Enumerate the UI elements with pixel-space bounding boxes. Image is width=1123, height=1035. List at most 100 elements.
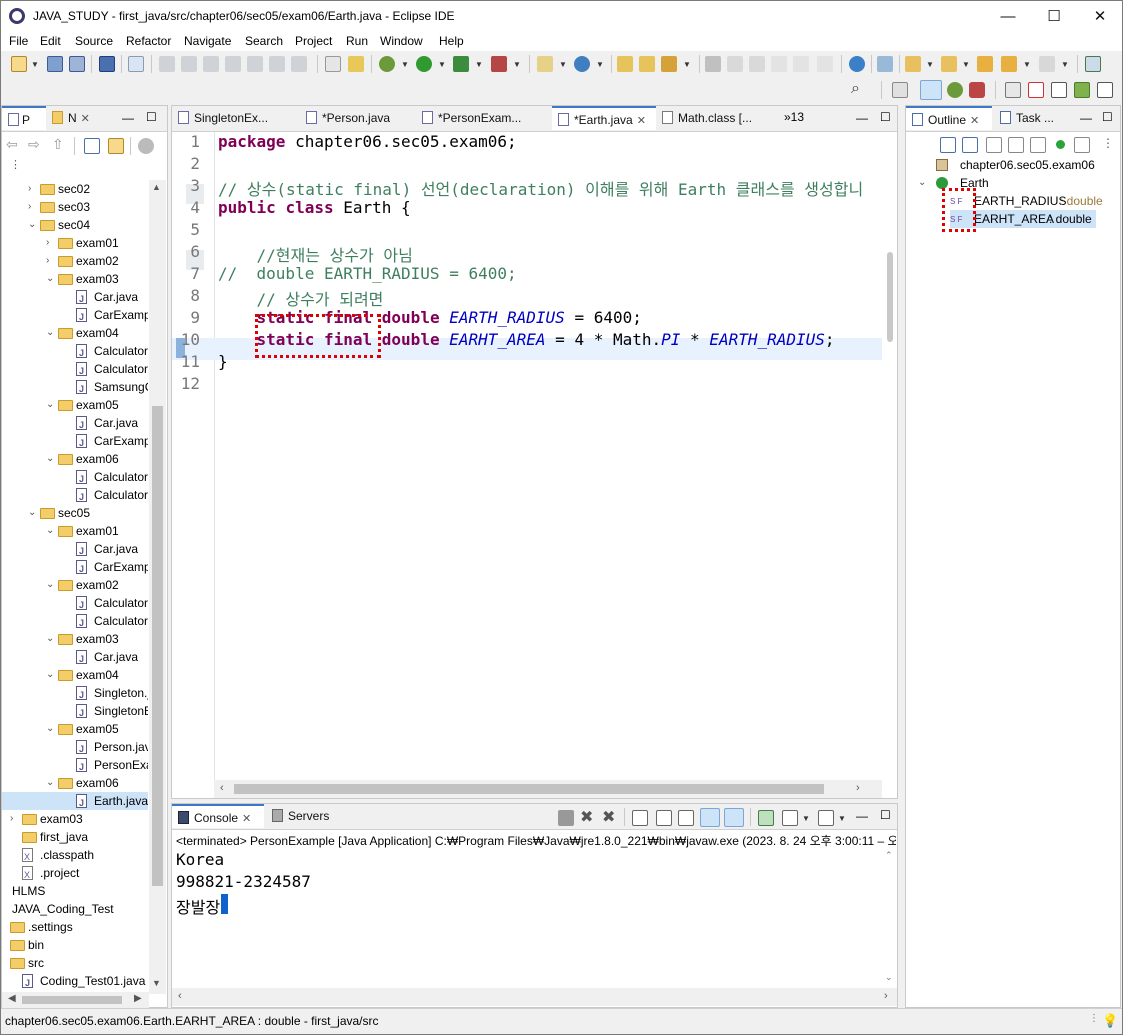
- tree-folder[interactable]: ⌄ exam02: [2, 576, 148, 594]
- open-task-icon[interactable]: [639, 56, 655, 72]
- menu-window[interactable]: Window: [380, 34, 423, 48]
- git-perspective-icon[interactable]: [969, 82, 985, 98]
- coverage-icon[interactable]: [453, 56, 469, 72]
- chevron-right-icon[interactable]: ›: [46, 252, 56, 270]
- up-icon[interactable]: ⇧: [52, 136, 64, 153]
- tree-folder[interactable]: ⌄ exam03: [2, 270, 148, 288]
- tree-file[interactable]: Car.java: [2, 648, 148, 668]
- tree-folder[interactable]: › exam02: [2, 252, 148, 270]
- chevron-down-icon[interactable]: ▼: [1023, 60, 1031, 69]
- maximize-view-icon[interactable]: ☐: [146, 110, 157, 124]
- next-annotation-icon[interactable]: [905, 56, 921, 72]
- tree-file[interactable]: .project: [2, 864, 148, 884]
- chevron-down-icon[interactable]: ⌄: [46, 450, 56, 468]
- tree-file[interactable]: CarExamp: [2, 432, 148, 452]
- remove-all-icon[interactable]: ✖: [602, 807, 615, 827]
- save-all-icon[interactable]: [69, 56, 85, 72]
- debug-perspective-icon[interactable]: [947, 82, 963, 98]
- tree-folder[interactable]: › exam03: [2, 810, 148, 828]
- close-icon[interactable]: ✕: [637, 115, 646, 127]
- tree-folder[interactable]: ⌄ sec04: [2, 216, 148, 234]
- editor-hscrollbar[interactable]: ‹ ›: [214, 780, 882, 798]
- layout-icon[interactable]: [1005, 82, 1021, 98]
- scroll-left-icon[interactable]: ‹: [178, 990, 182, 1002]
- tab-math-class[interactable]: Math.class [...: [656, 106, 762, 130]
- tree-folder[interactable]: ⌄ exam05: [2, 396, 148, 414]
- close-icon[interactable]: ✕: [242, 813, 251, 825]
- report-icon[interactable]: [1028, 82, 1044, 98]
- prev-annotation-icon[interactable]: [941, 56, 957, 72]
- console-output[interactable]: Korea 998821-2324587 장발장: [172, 848, 882, 988]
- tree-folder[interactable]: ⌄ sec05: [2, 504, 148, 522]
- tree-file[interactable]: SamsungC: [2, 378, 148, 398]
- open-console-icon[interactable]: [818, 810, 834, 826]
- clear-console-icon[interactable]: [632, 810, 648, 826]
- console-scrollbar[interactable]: ⌃ ⌄: [882, 848, 897, 988]
- pin-editor-icon[interactable]: [1085, 56, 1101, 72]
- disconnect-icon[interactable]: [225, 56, 241, 72]
- menu-help[interactable]: Help: [439, 34, 464, 48]
- lightbulb-icon[interactable]: 💡: [1102, 1013, 1118, 1029]
- chevron-down-icon[interactable]: ⌄: [46, 396, 56, 414]
- step-over-icon[interactable]: [269, 56, 285, 72]
- git-icon[interactable]: [877, 56, 893, 72]
- java-perspective-icon[interactable]: [920, 80, 942, 100]
- chevron-down-icon[interactable]: ⌄: [46, 666, 56, 684]
- minimize-view-icon[interactable]: —: [856, 111, 868, 125]
- step-return-icon[interactable]: [291, 56, 307, 72]
- tree-folder[interactable]: › sec02: [2, 180, 148, 198]
- tree-file[interactable]: JAVA_Coding_Test: [2, 900, 148, 918]
- chevron-down-icon[interactable]: ▼: [683, 60, 691, 69]
- chevron-down-icon[interactable]: ⌄: [46, 630, 56, 648]
- scrollbar-thumb[interactable]: [234, 784, 824, 794]
- tab-outline[interactable]: Outline ✕: [906, 106, 992, 130]
- back-icon[interactable]: ⇦: [6, 136, 18, 153]
- hide-static-icon[interactable]: [1008, 137, 1024, 153]
- maximize-view-icon[interactable]: ☐: [880, 110, 891, 124]
- chevron-down-icon[interactable]: ▼: [401, 60, 409, 69]
- menu-source[interactable]: Source: [75, 34, 113, 48]
- tree-file[interactable]: Car.java: [2, 540, 148, 560]
- tree-folder[interactable]: ⌄ exam04: [2, 666, 148, 684]
- tab-singleton-example[interactable]: SingletonEx...: [172, 106, 300, 130]
- tree-file[interactable]: SingletonE: [2, 702, 148, 722]
- chevron-down-icon[interactable]: ▼: [838, 814, 846, 823]
- chevron-right-icon[interactable]: ›: [46, 234, 56, 252]
- block-select-icon[interactable]: [749, 56, 765, 72]
- last-edit-icon[interactable]: [977, 56, 993, 72]
- console-hscrollbar[interactable]: ‹ ›: [172, 988, 897, 1006]
- external-run-icon[interactable]: [491, 56, 507, 72]
- tree-file[interactable]: Person.java: [2, 738, 148, 758]
- tree-folder[interactable]: ⌄ exam06: [2, 450, 148, 468]
- tree-file[interactable]: CarExamp: [2, 558, 148, 578]
- tree-folder[interactable]: ⌄ exam05: [2, 720, 148, 738]
- tab-navigator[interactable]: N ✕: [46, 106, 104, 130]
- menu-project[interactable]: Project: [295, 34, 332, 48]
- chevron-right-icon[interactable]: ›: [10, 810, 20, 828]
- tree-file[interactable]: Coding_Test01.java: [2, 972, 148, 992]
- chevron-down-icon[interactable]: ▼: [31, 60, 39, 69]
- show-stderr-icon[interactable]: [724, 808, 744, 827]
- scroll-up-icon[interactable]: ▲: [152, 182, 161, 192]
- open-type-icon[interactable]: [617, 56, 633, 72]
- tree-file[interactable]: Calculator: [2, 468, 148, 488]
- tree-folder[interactable]: first_java: [2, 828, 148, 846]
- new-class-icon[interactable]: [574, 56, 590, 72]
- chevron-down-icon[interactable]: ⌄: [46, 720, 56, 738]
- scroll-left-icon[interactable]: ‹: [220, 782, 224, 794]
- tree-file[interactable]: Singleton.j: [2, 684, 148, 704]
- tree-folder[interactable]: .settings: [2, 918, 148, 936]
- chevron-down-icon[interactable]: ▼: [926, 60, 934, 69]
- skip-breakpoints-icon[interactable]: [128, 56, 144, 72]
- tree-folder[interactable]: bin: [2, 936, 148, 954]
- chevron-down-icon[interactable]: ⌄: [28, 216, 38, 234]
- scrollbar-thumb[interactable]: [22, 996, 122, 1004]
- more-icon[interactable]: ⋮: [1102, 136, 1114, 150]
- hide-fields-icon[interactable]: [986, 137, 1002, 153]
- filters-icon[interactable]: [1074, 137, 1090, 153]
- menu-navigate[interactable]: Navigate: [184, 34, 231, 48]
- scroll-left-icon[interactable]: ◀: [8, 993, 16, 1004]
- tab-person-java[interactable]: *Person.java: [300, 106, 414, 130]
- editor-scrollbar[interactable]: [882, 132, 897, 780]
- scroll-right-icon[interactable]: ›: [856, 782, 860, 794]
